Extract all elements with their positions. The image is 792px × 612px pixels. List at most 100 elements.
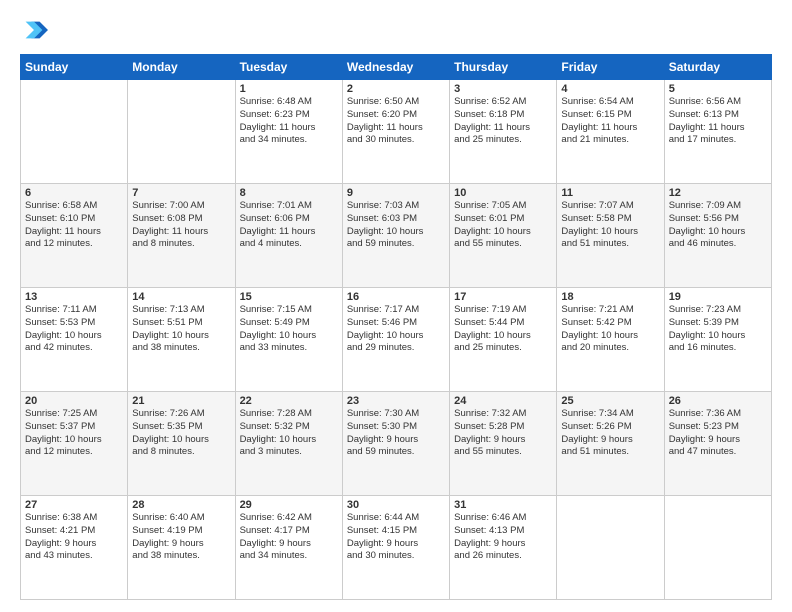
calendar-cell: 28Sunrise: 6:40 AM Sunset: 4:19 PM Dayli…	[128, 496, 235, 600]
day-number: 28	[132, 499, 230, 511]
day-number: 14	[132, 291, 230, 303]
day-info: Sunrise: 7:03 AM Sunset: 6:03 PM Dayligh…	[347, 200, 445, 251]
day-number: 16	[347, 291, 445, 303]
calendar-cell	[557, 496, 664, 600]
day-info: Sunrise: 7:25 AM Sunset: 5:37 PM Dayligh…	[25, 408, 123, 459]
day-info: Sunrise: 6:56 AM Sunset: 6:13 PM Dayligh…	[669, 96, 767, 147]
calendar-cell: 3Sunrise: 6:52 AM Sunset: 6:18 PM Daylig…	[450, 80, 557, 184]
day-number: 6	[25, 187, 123, 199]
header-row: SundayMondayTuesdayWednesdayThursdayFrid…	[21, 55, 772, 80]
day-number: 27	[25, 499, 123, 511]
day-info: Sunrise: 7:23 AM Sunset: 5:39 PM Dayligh…	[669, 304, 767, 355]
day-number: 15	[240, 291, 338, 303]
calendar-cell: 14Sunrise: 7:13 AM Sunset: 5:51 PM Dayli…	[128, 288, 235, 392]
calendar-cell: 13Sunrise: 7:11 AM Sunset: 5:53 PM Dayli…	[21, 288, 128, 392]
day-info: Sunrise: 6:44 AM Sunset: 4:15 PM Dayligh…	[347, 512, 445, 563]
day-info: Sunrise: 6:40 AM Sunset: 4:19 PM Dayligh…	[132, 512, 230, 563]
calendar-cell: 10Sunrise: 7:05 AM Sunset: 6:01 PM Dayli…	[450, 184, 557, 288]
day-number: 8	[240, 187, 338, 199]
day-header-friday: Friday	[557, 55, 664, 80]
day-header-thursday: Thursday	[450, 55, 557, 80]
day-number: 20	[25, 395, 123, 407]
day-number: 23	[347, 395, 445, 407]
day-info: Sunrise: 7:19 AM Sunset: 5:44 PM Dayligh…	[454, 304, 552, 355]
day-info: Sunrise: 7:00 AM Sunset: 6:08 PM Dayligh…	[132, 200, 230, 251]
day-number: 19	[669, 291, 767, 303]
week-row-5: 27Sunrise: 6:38 AM Sunset: 4:21 PM Dayli…	[21, 496, 772, 600]
calendar-cell	[664, 496, 771, 600]
calendar-cell: 25Sunrise: 7:34 AM Sunset: 5:26 PM Dayli…	[557, 392, 664, 496]
logo-icon	[20, 16, 48, 44]
day-number: 4	[561, 83, 659, 95]
day-info: Sunrise: 7:11 AM Sunset: 5:53 PM Dayligh…	[25, 304, 123, 355]
calendar-table: SundayMondayTuesdayWednesdayThursdayFrid…	[20, 54, 772, 600]
day-number: 1	[240, 83, 338, 95]
day-number: 2	[347, 83, 445, 95]
day-info: Sunrise: 6:48 AM Sunset: 6:23 PM Dayligh…	[240, 96, 338, 147]
calendar-cell: 22Sunrise: 7:28 AM Sunset: 5:32 PM Dayli…	[235, 392, 342, 496]
calendar-cell: 11Sunrise: 7:07 AM Sunset: 5:58 PM Dayli…	[557, 184, 664, 288]
calendar-cell: 1Sunrise: 6:48 AM Sunset: 6:23 PM Daylig…	[235, 80, 342, 184]
day-header-saturday: Saturday	[664, 55, 771, 80]
calendar-cell: 8Sunrise: 7:01 AM Sunset: 6:06 PM Daylig…	[235, 184, 342, 288]
day-number: 26	[669, 395, 767, 407]
day-header-wednesday: Wednesday	[342, 55, 449, 80]
calendar-cell: 27Sunrise: 6:38 AM Sunset: 4:21 PM Dayli…	[21, 496, 128, 600]
day-info: Sunrise: 7:01 AM Sunset: 6:06 PM Dayligh…	[240, 200, 338, 251]
day-info: Sunrise: 6:54 AM Sunset: 6:15 PM Dayligh…	[561, 96, 659, 147]
calendar-cell	[128, 80, 235, 184]
calendar-cell: 15Sunrise: 7:15 AM Sunset: 5:49 PM Dayli…	[235, 288, 342, 392]
day-info: Sunrise: 7:34 AM Sunset: 5:26 PM Dayligh…	[561, 408, 659, 459]
calendar-cell: 20Sunrise: 7:25 AM Sunset: 5:37 PM Dayli…	[21, 392, 128, 496]
calendar-cell: 21Sunrise: 7:26 AM Sunset: 5:35 PM Dayli…	[128, 392, 235, 496]
day-info: Sunrise: 6:46 AM Sunset: 4:13 PM Dayligh…	[454, 512, 552, 563]
day-number: 12	[669, 187, 767, 199]
calendar-cell: 7Sunrise: 7:00 AM Sunset: 6:08 PM Daylig…	[128, 184, 235, 288]
day-number: 9	[347, 187, 445, 199]
day-info: Sunrise: 7:30 AM Sunset: 5:30 PM Dayligh…	[347, 408, 445, 459]
day-number: 11	[561, 187, 659, 199]
day-info: Sunrise: 7:32 AM Sunset: 5:28 PM Dayligh…	[454, 408, 552, 459]
day-number: 29	[240, 499, 338, 511]
calendar-cell: 24Sunrise: 7:32 AM Sunset: 5:28 PM Dayli…	[450, 392, 557, 496]
week-row-2: 6Sunrise: 6:58 AM Sunset: 6:10 PM Daylig…	[21, 184, 772, 288]
day-info: Sunrise: 7:17 AM Sunset: 5:46 PM Dayligh…	[347, 304, 445, 355]
day-info: Sunrise: 7:13 AM Sunset: 5:51 PM Dayligh…	[132, 304, 230, 355]
day-number: 24	[454, 395, 552, 407]
week-row-1: 1Sunrise: 6:48 AM Sunset: 6:23 PM Daylig…	[21, 80, 772, 184]
calendar-cell: 9Sunrise: 7:03 AM Sunset: 6:03 PM Daylig…	[342, 184, 449, 288]
day-header-sunday: Sunday	[21, 55, 128, 80]
calendar-cell: 23Sunrise: 7:30 AM Sunset: 5:30 PM Dayli…	[342, 392, 449, 496]
day-number: 18	[561, 291, 659, 303]
day-info: Sunrise: 7:09 AM Sunset: 5:56 PM Dayligh…	[669, 200, 767, 251]
day-number: 22	[240, 395, 338, 407]
page: SundayMondayTuesdayWednesdayThursdayFrid…	[0, 0, 792, 612]
day-number: 25	[561, 395, 659, 407]
day-info: Sunrise: 6:58 AM Sunset: 6:10 PM Dayligh…	[25, 200, 123, 251]
day-info: Sunrise: 7:05 AM Sunset: 6:01 PM Dayligh…	[454, 200, 552, 251]
day-info: Sunrise: 7:21 AM Sunset: 5:42 PM Dayligh…	[561, 304, 659, 355]
calendar-cell: 12Sunrise: 7:09 AM Sunset: 5:56 PM Dayli…	[664, 184, 771, 288]
week-row-4: 20Sunrise: 7:25 AM Sunset: 5:37 PM Dayli…	[21, 392, 772, 496]
day-info: Sunrise: 6:50 AM Sunset: 6:20 PM Dayligh…	[347, 96, 445, 147]
day-number: 31	[454, 499, 552, 511]
calendar-cell: 2Sunrise: 6:50 AM Sunset: 6:20 PM Daylig…	[342, 80, 449, 184]
day-number: 21	[132, 395, 230, 407]
day-number: 7	[132, 187, 230, 199]
day-info: Sunrise: 7:28 AM Sunset: 5:32 PM Dayligh…	[240, 408, 338, 459]
calendar-cell: 30Sunrise: 6:44 AM Sunset: 4:15 PM Dayli…	[342, 496, 449, 600]
calendar-cell	[21, 80, 128, 184]
logo	[20, 16, 52, 44]
day-number: 17	[454, 291, 552, 303]
calendar-cell: 31Sunrise: 6:46 AM Sunset: 4:13 PM Dayli…	[450, 496, 557, 600]
day-info: Sunrise: 7:07 AM Sunset: 5:58 PM Dayligh…	[561, 200, 659, 251]
day-number: 13	[25, 291, 123, 303]
calendar-cell: 26Sunrise: 7:36 AM Sunset: 5:23 PM Dayli…	[664, 392, 771, 496]
day-number: 5	[669, 83, 767, 95]
calendar-cell: 16Sunrise: 7:17 AM Sunset: 5:46 PM Dayli…	[342, 288, 449, 392]
calendar-cell: 19Sunrise: 7:23 AM Sunset: 5:39 PM Dayli…	[664, 288, 771, 392]
calendar-cell: 18Sunrise: 7:21 AM Sunset: 5:42 PM Dayli…	[557, 288, 664, 392]
day-info: Sunrise: 6:38 AM Sunset: 4:21 PM Dayligh…	[25, 512, 123, 563]
day-number: 30	[347, 499, 445, 511]
day-info: Sunrise: 7:15 AM Sunset: 5:49 PM Dayligh…	[240, 304, 338, 355]
